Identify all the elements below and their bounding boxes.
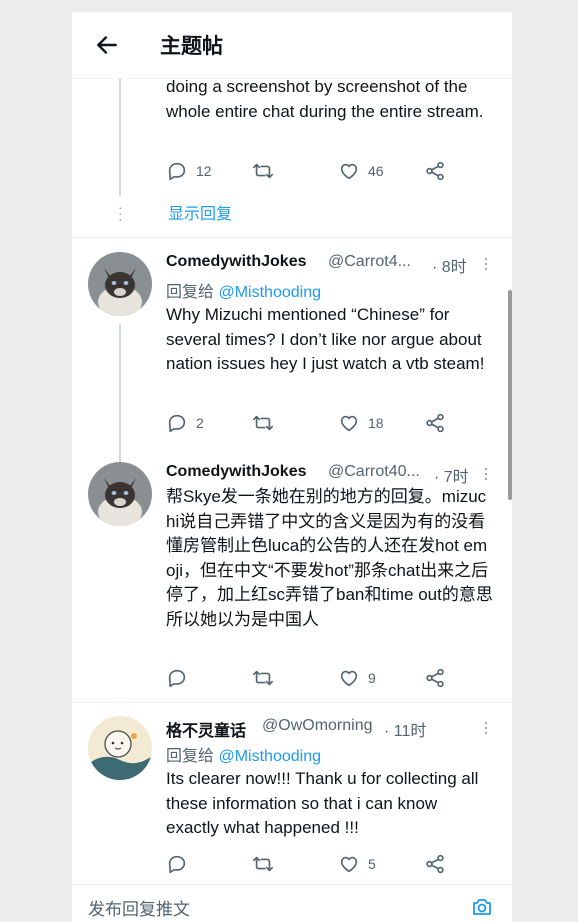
reply-button[interactable]: 2 — [166, 410, 204, 436]
mention-link[interactable]: @Misthooding — [218, 284, 321, 301]
retweet-button[interactable] — [252, 410, 282, 436]
share-icon — [426, 854, 444, 874]
cartoon-avatar-image — [88, 716, 152, 780]
heart-icon — [340, 415, 358, 432]
speech-bubble-icon — [168, 414, 186, 433]
cat-avatar-image — [88, 462, 152, 526]
replying-to: 回复给 @Misthooding — [166, 278, 321, 302]
thread-gap-dots: · · · — [118, 199, 123, 227]
like-button[interactable]: 18 — [338, 410, 384, 436]
share-icon — [426, 413, 444, 433]
like-button[interactable]: 46 — [338, 158, 384, 184]
user-handle: @Carrot40... — [328, 463, 420, 480]
thread-view: 主题帖 · · · doing a screenshot by screenshot… — [72, 12, 512, 922]
thread-connector — [119, 78, 121, 196]
reply-button[interactable]: 12 — [166, 158, 212, 184]
tweet-actions: 12 46 — [166, 158, 466, 184]
like-count: 5 — [368, 856, 376, 872]
replying-to-label: 回复给 — [166, 284, 215, 301]
avatar[interactable] — [88, 252, 152, 316]
like-button[interactable]: 9 — [338, 665, 376, 691]
speech-bubble-icon — [168, 669, 186, 688]
tweet-text: Its clearer now!!! Thank u for collectin… — [166, 769, 479, 837]
replying-to-label: 回复给 — [166, 748, 215, 765]
avatar[interactable] — [88, 462, 152, 526]
reply-button[interactable] — [166, 851, 196, 877]
top-bar: 主题帖 — [72, 12, 512, 79]
like-count: 18 — [368, 415, 384, 431]
display-name[interactable]: ComedywithJokes — [166, 253, 306, 271]
retweet-icon — [253, 163, 273, 179]
user-handle: @OwOmorning — [262, 717, 373, 734]
arrow-left-icon[interactable] — [94, 32, 120, 58]
like-count: 9 — [368, 670, 376, 686]
heart-icon — [340, 670, 358, 687]
tweet-actions: 5 — [166, 851, 466, 877]
tweet-actions: 2 18 — [166, 410, 466, 436]
heart-icon — [340, 163, 358, 180]
tweet-text: Why Mizuchi mentioned “Chinese” for seve… — [166, 305, 485, 373]
reply-count: 12 — [196, 163, 212, 179]
reply-composer[interactable]: 发布回复推文 — [72, 884, 512, 922]
heart-icon — [340, 856, 358, 873]
reply-count: 2 — [196, 415, 204, 431]
retweet-icon — [253, 415, 273, 431]
tweet-text: 帮Skye发一条她在别的地方的回复。mizuchi说自己弄错了中文的含义是因为有… — [166, 487, 493, 629]
timestamp[interactable]: · 11时 — [384, 717, 426, 741]
share-button[interactable] — [424, 851, 446, 877]
retweet-button[interactable] — [252, 158, 282, 184]
page-title: 主题帖 — [160, 35, 223, 58]
share-button[interactable] — [424, 410, 446, 436]
cat-avatar-image — [88, 252, 152, 316]
share-icon — [426, 161, 444, 181]
timestamp[interactable]: · 8时 — [432, 253, 467, 277]
more-vertical-icon[interactable]: · · · — [482, 249, 490, 277]
more-vertical-icon[interactable]: · · · — [482, 459, 490, 487]
display-name[interactable]: 格不灵童话 — [166, 717, 246, 741]
tweet-actions: 9 — [166, 665, 466, 691]
camera-icon[interactable] — [470, 895, 494, 919]
share-button[interactable] — [424, 158, 446, 184]
retweet-icon — [253, 856, 273, 872]
speech-bubble-icon — [168, 162, 186, 181]
display-name[interactable]: ComedywithJokes — [166, 463, 306, 481]
replying-to: 回复给 @Misthooding — [166, 742, 321, 766]
more-vertical-icon[interactable]: · · · — [482, 713, 490, 741]
like-count: 46 — [368, 163, 384, 179]
timestamp[interactable]: · 7时 — [434, 463, 469, 487]
share-icon — [426, 668, 444, 688]
reply-button[interactable] — [166, 665, 196, 691]
avatar[interactable] — [88, 716, 152, 780]
speech-bubble-icon — [168, 855, 186, 874]
mention-link[interactable]: @Misthooding — [218, 748, 321, 765]
share-button[interactable] — [424, 665, 446, 691]
thread-connector — [119, 324, 121, 464]
tweet-text: doing a screenshot by screenshot of the … — [166, 77, 484, 121]
reply-input-placeholder[interactable]: 发布回复推文 — [88, 895, 190, 920]
retweet-button[interactable] — [252, 851, 282, 877]
divider — [72, 702, 512, 703]
retweet-icon — [253, 670, 273, 686]
like-button[interactable]: 5 — [338, 851, 376, 877]
divider — [72, 237, 512, 238]
retweet-button[interactable] — [252, 665, 282, 691]
show-replies-link[interactable]: 显示回复 — [168, 200, 232, 224]
scrollbar[interactable] — [508, 290, 512, 500]
user-handle: @Carrot4... — [328, 253, 411, 270]
